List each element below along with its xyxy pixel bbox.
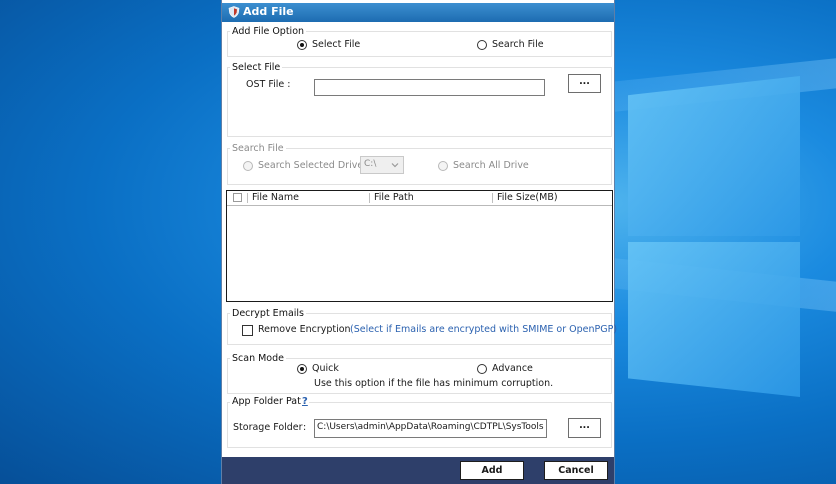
select-file-label[interactable]: Select File — [312, 39, 360, 50]
storage-folder-label: Storage Folder — [233, 422, 303, 433]
quick-scan-radio[interactable] — [297, 364, 307, 374]
search-selected-drive-label[interactable]: Search Selected Drive — [258, 160, 363, 171]
add-file-option-title: Add File Option — [230, 26, 307, 37]
storage-folder-colon: : — [303, 422, 307, 433]
file-list-header: File Name File Path File Size(MB) — [227, 191, 612, 206]
add-file-dialog: Add File Add File Option Select File Sea… — [221, 0, 618, 484]
quick-scan-label[interactable]: Quick — [312, 363, 339, 374]
decrypt-emails-title: Decrypt Emails — [230, 308, 306, 319]
select-file-radio[interactable] — [297, 40, 307, 50]
search-file-title: Search File — [230, 143, 286, 154]
column-file-size[interactable]: File Size(MB) — [497, 192, 558, 203]
decrypt-hint: (Select if Emails are encrypted with SMI… — [350, 324, 618, 335]
file-list-table[interactable]: File Name File Path File Size(MB) — [226, 190, 613, 302]
storage-folder-input[interactable]: C:\Users\admin\AppData\Roaming\CDTPL\Sys… — [314, 419, 547, 438]
advance-scan-radio[interactable] — [477, 364, 487, 374]
select-all-checkbox[interactable] — [233, 193, 242, 202]
ost-file-label: OST File : — [246, 79, 291, 90]
search-file-radio[interactable] — [477, 40, 487, 50]
storage-browse-button[interactable]: ... — [568, 418, 601, 438]
search-selected-drive-radio[interactable] — [243, 161, 253, 171]
windows-logo-pane — [628, 242, 800, 397]
column-separator — [369, 193, 370, 203]
add-button[interactable]: Add — [460, 461, 524, 480]
ost-file-input[interactable] — [314, 79, 545, 96]
remove-encryption-checkbox[interactable] — [242, 325, 253, 336]
select-file-group — [227, 67, 612, 137]
scan-mode-title: Scan Mode — [230, 353, 286, 364]
dialog-titlebar: Add File — [222, 3, 614, 22]
windows-logo-pane — [628, 76, 800, 236]
ost-browse-button[interactable]: ... — [568, 74, 601, 93]
select-file-title: Select File — [230, 62, 283, 73]
chevron-down-icon — [391, 163, 399, 168]
remove-encryption-label[interactable]: Remove Encryption — [258, 324, 351, 335]
dialog-footer: Add Cancel — [222, 457, 614, 484]
advance-scan-label[interactable]: Advance — [492, 363, 533, 374]
help-icon[interactable]: ? — [301, 396, 309, 407]
column-separator — [492, 193, 493, 203]
shield-icon — [228, 6, 240, 18]
search-file-label[interactable]: Search File — [492, 39, 544, 50]
search-all-drive-radio[interactable] — [438, 161, 448, 171]
drive-select-value: C:\ — [364, 159, 377, 169]
search-all-drive-label[interactable]: Search All Drive — [453, 160, 529, 171]
column-separator — [247, 193, 248, 203]
drive-select[interactable]: C:\ — [360, 156, 404, 174]
cancel-button[interactable]: Cancel — [544, 461, 608, 480]
column-file-name[interactable]: File Name — [252, 192, 299, 203]
column-file-path[interactable]: File Path — [374, 192, 414, 203]
dialog-title: Add File — [243, 5, 294, 18]
app-folder-title: App Folder Path — [230, 396, 309, 407]
scan-mode-description: Use this option if the file has minimum … — [314, 378, 554, 389]
